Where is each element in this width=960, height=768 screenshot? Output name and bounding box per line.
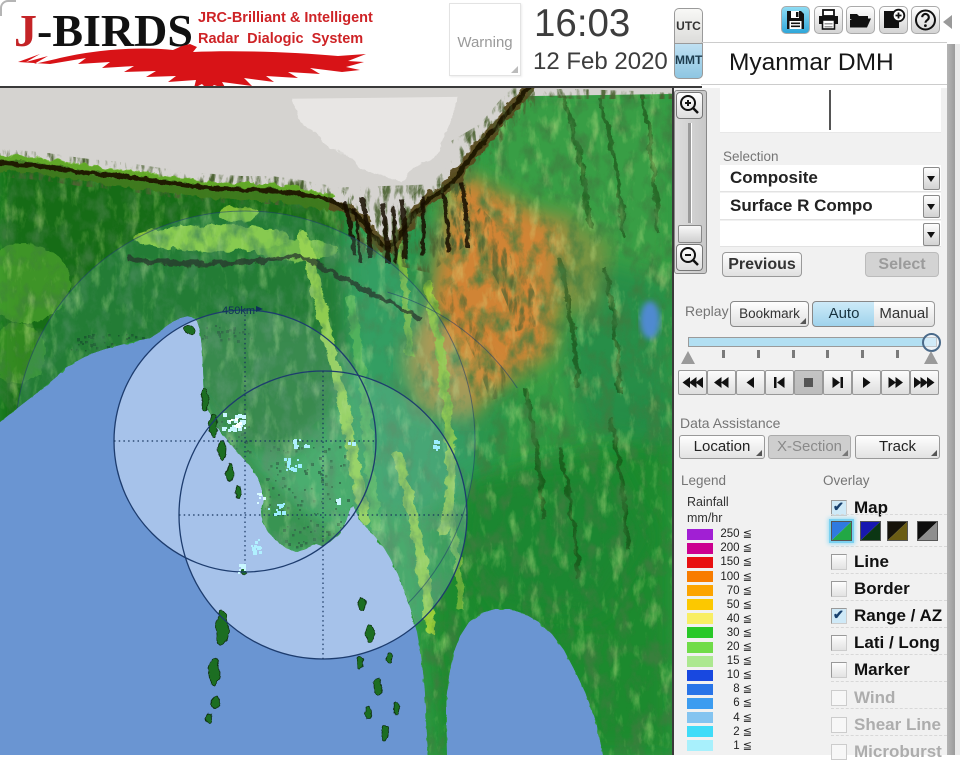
svg-text:450km: 450km [222, 305, 255, 317]
